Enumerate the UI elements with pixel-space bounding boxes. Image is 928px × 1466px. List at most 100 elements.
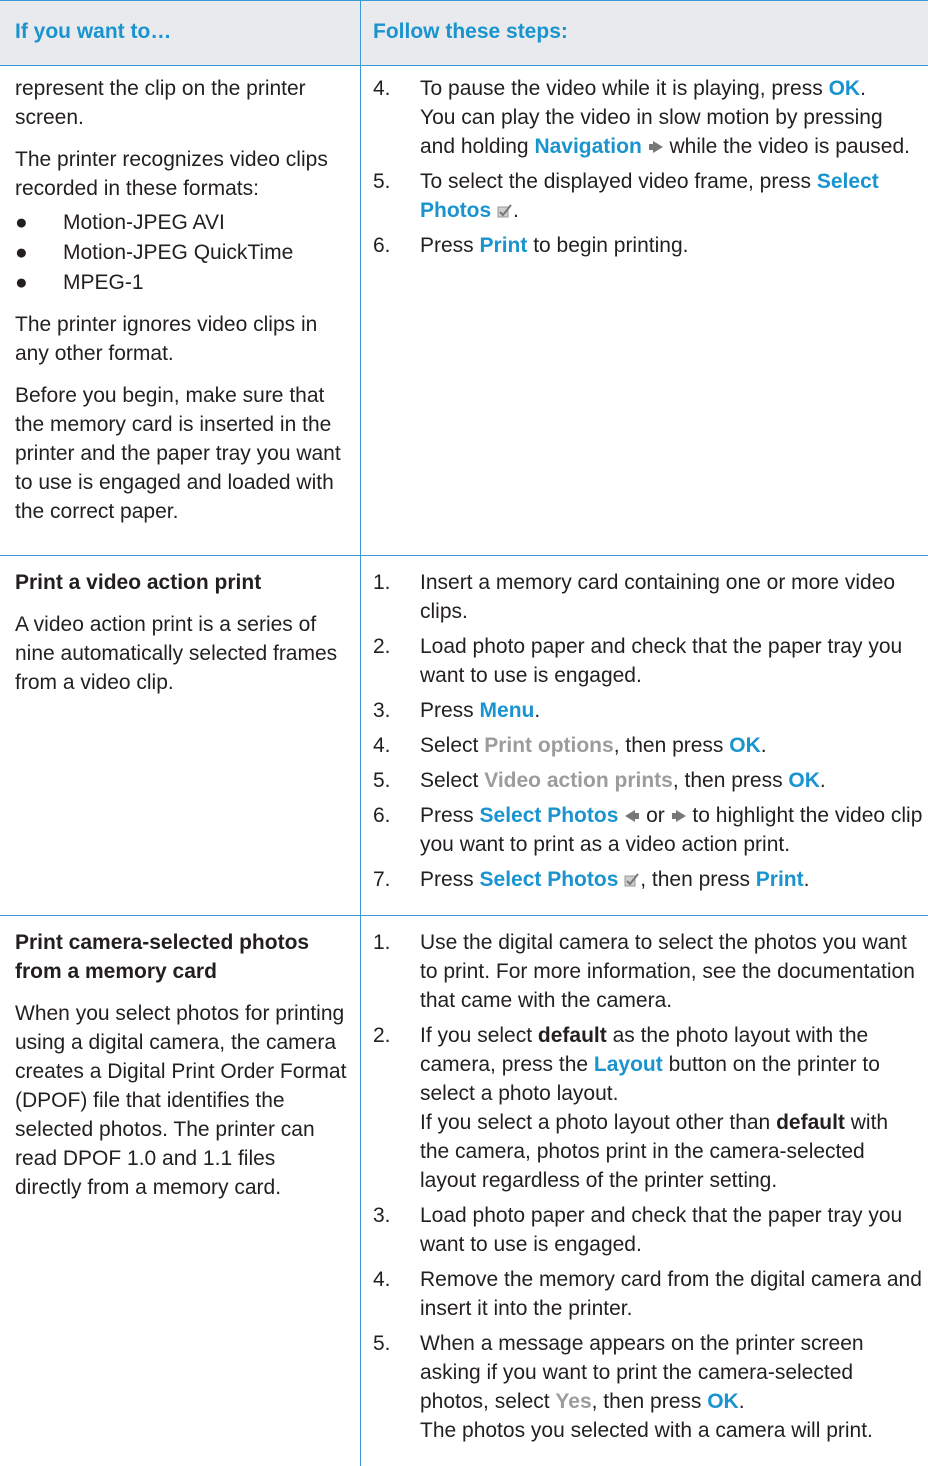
format-list-item: ● MPEG-1 bbox=[15, 268, 347, 297]
step-number: 4. bbox=[373, 734, 391, 757]
print-button-ref: Print bbox=[755, 868, 804, 891]
step-item: 4. To pause the video while it is playin… bbox=[373, 74, 923, 161]
step-text: Press Print to begin printing. bbox=[420, 234, 689, 257]
step-text: Remove the memory card from the digital … bbox=[420, 1268, 922, 1320]
column-divider bbox=[360, 0, 361, 1466]
step-item: 5. To select the displayed video frame, … bbox=[373, 167, 923, 225]
format-label: MPEG-1 bbox=[63, 271, 144, 294]
step-text: Load photo paper and check that the pape… bbox=[420, 635, 903, 687]
navigation-button-ref: Navigation bbox=[534, 135, 642, 158]
step-item: 5. Select Video action prints, then pres… bbox=[373, 766, 923, 795]
instructions-table: If you want to… Follow these steps: repr… bbox=[0, 0, 928, 1466]
row3-right-cell: 1. Use the digital camera to select the … bbox=[373, 928, 923, 1451]
bullet: ● bbox=[15, 211, 28, 234]
layout-button-ref: Layout bbox=[593, 1053, 663, 1076]
step-number: 5. bbox=[373, 769, 391, 792]
row1-right-cell: 4. To pause the video while it is playin… bbox=[373, 74, 923, 266]
row2-description: A video action print is a series of nine… bbox=[15, 613, 338, 694]
step-text: Press Menu. bbox=[420, 699, 541, 722]
row3-description: When you select photos for printing usin… bbox=[15, 1002, 347, 1199]
step-number: 6. bbox=[373, 804, 391, 827]
step-subnote: If you select a photo layout other than … bbox=[420, 1111, 889, 1192]
step-item: 4. Remove the memory card from the digit… bbox=[373, 1265, 923, 1323]
step-text: To pause the video while it is playing, … bbox=[420, 74, 923, 161]
step-text: Insert a memory card containing one or m… bbox=[420, 571, 896, 623]
header-top-rule bbox=[0, 0, 928, 1]
step-subnote: You can play the video in slow motion by… bbox=[420, 106, 910, 158]
ok-button-ref: OK bbox=[788, 769, 820, 792]
step-item: 3. Press Menu. bbox=[373, 696, 923, 725]
step-text: Load photo paper and check that the pape… bbox=[420, 1204, 903, 1256]
yes-option-ref: Yes bbox=[555, 1390, 592, 1413]
step-number: 3. bbox=[373, 1204, 391, 1227]
row1-left-cell: represent the clip on the printer screen… bbox=[15, 74, 347, 526]
step-number: 1. bbox=[373, 931, 391, 954]
step-item: 7. Press Select Photos , then press Prin… bbox=[373, 865, 923, 894]
header-col-if-you-want: If you want to… bbox=[15, 20, 172, 43]
step-item: 6. Press Print to begin printing. bbox=[373, 231, 923, 260]
select-photos-button-ref: Select Photos bbox=[479, 868, 619, 891]
format-label: Motion-JPEG AVI bbox=[63, 211, 225, 234]
step-text: To select the displayed video frame, pre… bbox=[420, 170, 879, 222]
step-subnote: The photos you selected with a camera wi… bbox=[420, 1419, 873, 1442]
step-item: 1. Use the digital camera to select the … bbox=[373, 928, 923, 1015]
select-photos-button-ref: Select Photos bbox=[479, 804, 619, 827]
row2-title: Print a video action print bbox=[15, 571, 262, 594]
row2-right-cell: 1. Insert a memory card containing one o… bbox=[373, 568, 923, 900]
step-number: 5. bbox=[373, 170, 391, 193]
menu-item-ref: Video action prints bbox=[484, 769, 673, 792]
format-label: Motion-JPEG QuickTime bbox=[63, 241, 294, 264]
step-item: 4. Select Print options, then press OK. bbox=[373, 731, 923, 760]
format-list-item: ● Motion-JPEG AVI bbox=[15, 208, 347, 237]
row-divider bbox=[0, 555, 928, 556]
ok-button-ref: OK bbox=[707, 1390, 739, 1413]
step-item: 2. If you select default as the photo la… bbox=[373, 1021, 923, 1195]
table-header-row: If you want to… Follow these steps: bbox=[0, 0, 928, 66]
step-text: Press Select Photos or to highlight the … bbox=[420, 804, 923, 856]
row-divider bbox=[0, 915, 928, 916]
step-number: 1. bbox=[373, 571, 391, 594]
step-number: 2. bbox=[373, 635, 391, 658]
step-number: 6. bbox=[373, 234, 391, 257]
step-text: Press Select Photos , then press Print. bbox=[420, 868, 810, 891]
row1-ignore-note: The printer ignores video clips in any o… bbox=[15, 313, 318, 365]
arrow-left-icon bbox=[624, 808, 640, 824]
arrow-right-icon bbox=[671, 808, 687, 824]
step-number: 4. bbox=[373, 77, 391, 100]
default-keyword: default bbox=[537, 1024, 607, 1047]
step-number: 3. bbox=[373, 699, 391, 722]
step-item: 6. Press Select Photos or to highlight t… bbox=[373, 801, 923, 859]
step-text: Use the digital camera to select the pho… bbox=[420, 931, 915, 1012]
step-number: 5. bbox=[373, 1332, 391, 1355]
menu-item-ref: Print options bbox=[484, 734, 614, 757]
default-keyword: default bbox=[776, 1111, 845, 1134]
arrow-right-icon bbox=[648, 139, 664, 155]
format-list-item: ● Motion-JPEG QuickTime bbox=[15, 238, 347, 267]
step-number: 2. bbox=[373, 1024, 391, 1047]
header-col-follow-steps: Follow these steps: bbox=[373, 20, 568, 43]
step-text: When a message appears on the printer sc… bbox=[420, 1329, 923, 1445]
print-button-ref: Print bbox=[479, 234, 528, 257]
row3-left-cell: Print camera-selected photos from a memo… bbox=[15, 928, 347, 1202]
checkbox-check-icon bbox=[624, 873, 640, 887]
ok-button-ref: OK bbox=[828, 77, 861, 100]
bullet: ● bbox=[15, 271, 28, 294]
step-text: Select Video action prints, then press O… bbox=[420, 769, 826, 792]
row1-intro: represent the clip on the printer screen… bbox=[15, 77, 306, 129]
header-bottom-rule bbox=[0, 65, 928, 66]
step-text: Select Print options, then press OK. bbox=[420, 734, 767, 757]
step-item: 1. Insert a memory card containing one o… bbox=[373, 568, 923, 626]
row3-title: Print camera-selected photos from a memo… bbox=[15, 931, 310, 983]
bullet: ● bbox=[15, 241, 28, 264]
row1-formats-intro: The printer recognizes video clips recor… bbox=[15, 148, 328, 200]
row1-before-begin: Before you begin, make sure that the mem… bbox=[15, 384, 341, 523]
row2-left-cell: Print a video action print A video actio… bbox=[15, 568, 347, 697]
step-item: 2. Load photo paper and check that the p… bbox=[373, 632, 923, 690]
checkbox-check-icon bbox=[497, 204, 513, 218]
step-number: 4. bbox=[373, 1268, 391, 1291]
step-text: If you select default as the photo layou… bbox=[420, 1021, 923, 1195]
menu-button-ref: Menu bbox=[479, 699, 535, 722]
step-item: 3. Load photo paper and check that the p… bbox=[373, 1201, 923, 1259]
ok-button-ref: OK bbox=[729, 734, 761, 757]
step-number: 7. bbox=[373, 868, 391, 891]
